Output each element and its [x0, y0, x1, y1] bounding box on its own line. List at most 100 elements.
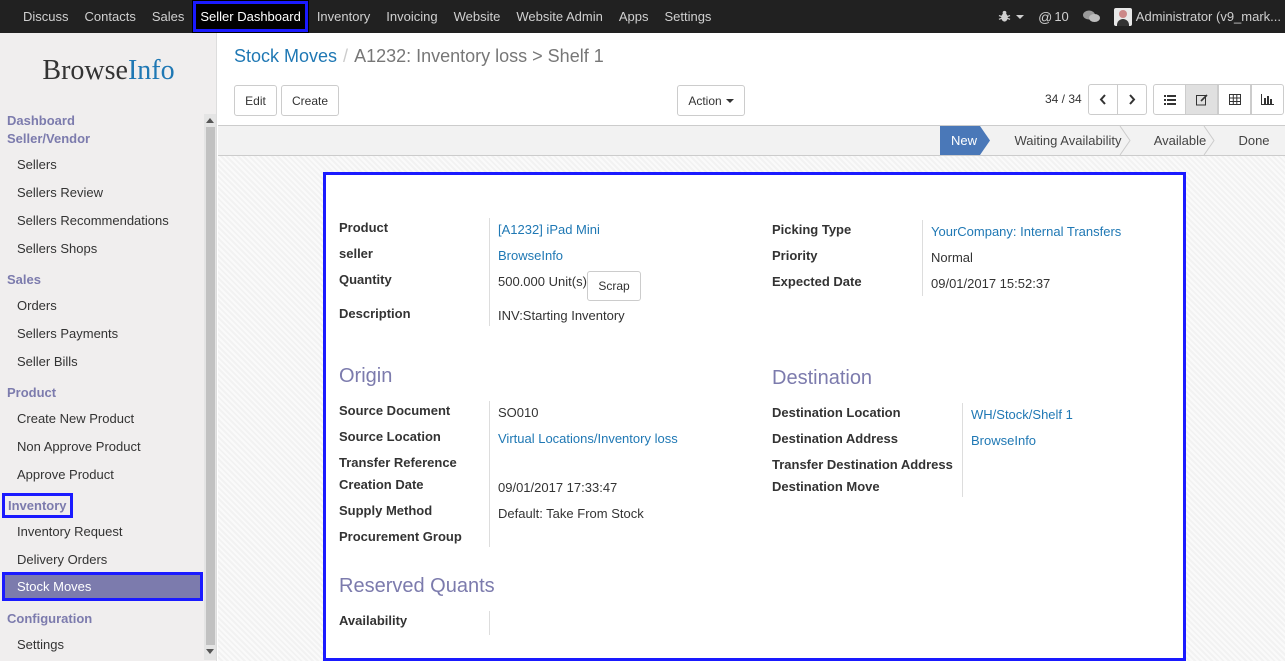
mentions-counter[interactable]: @ 10	[1038, 9, 1069, 25]
source-location-field[interactable]: Virtual Locations/Inventory loss	[498, 431, 678, 446]
creation-date-field: 09/01/2017 17:33:47	[498, 480, 618, 495]
field-divider	[489, 218, 490, 326]
scroll-down-icon[interactable]	[206, 649, 214, 654]
stage-waiting-availability[interactable]: Waiting Availability	[1008, 126, 1128, 155]
uom-field: Unit(s)	[548, 274, 587, 289]
menu-seller-dashboard[interactable]: Seller Dashboard	[192, 0, 309, 33]
chevron-down-icon	[725, 98, 734, 103]
chat-menu[interactable]	[1082, 10, 1100, 23]
sidebar-item-inventory-request[interactable]: Inventory Request	[17, 524, 123, 539]
menu-apps[interactable]: Apps	[611, 0, 657, 33]
table-icon	[1228, 94, 1241, 105]
menu-discuss[interactable]: Discuss	[0, 0, 77, 33]
priority-label: Priority	[772, 248, 818, 263]
graph-view-button[interactable]	[1251, 84, 1284, 115]
expected-date-field: 09/01/2017 15:52:37	[931, 276, 1051, 291]
form-view-button[interactable]	[1185, 84, 1218, 115]
menu-website[interactable]: Website	[446, 0, 509, 33]
breadcrumb: Stock Moves / A1232: Inventory loss > Shel…	[234, 46, 604, 67]
avatar	[1113, 7, 1132, 26]
comments-icon	[1082, 10, 1100, 22]
bar-chart-icon	[1261, 94, 1274, 105]
pager-previous-button[interactable]	[1088, 84, 1118, 115]
top-navbar: Discuss Contacts Sales Seller Dashboard …	[0, 0, 1285, 33]
list-view-button[interactable]	[1153, 84, 1186, 115]
user-name: Administrator (v9_mark...	[1135, 9, 1281, 24]
sidebar-item-sellers-payments[interactable]: Sellers Payments	[17, 326, 118, 341]
breadcrumb-separator: /	[343, 46, 349, 66]
menu-settings[interactable]: Settings	[656, 0, 719, 33]
user-menu[interactable]: Administrator (v9_mark...	[1113, 7, 1281, 26]
sidebar-scrollbar-thumb[interactable]	[206, 127, 215, 645]
sidebar-item-orders[interactable]: Orders	[17, 298, 57, 313]
availability-label: Availability	[339, 613, 408, 628]
sidebar-item-stock-moves[interactable]: Stock Moves	[2, 572, 203, 601]
sidebar-section-inventory: Inventory	[2, 493, 73, 518]
edit-button[interactable]: Edit	[234, 85, 277, 116]
sidebar-item-seller-bills[interactable]: Seller Bills	[17, 354, 78, 369]
field-divider	[922, 220, 923, 296]
status-bar: New Waiting Availability Available Done	[218, 125, 1285, 156]
destination-address-field[interactable]: BrowseInfo	[971, 433, 1036, 448]
sidebar-item-non-approve-product[interactable]: Non Approve Product	[17, 439, 141, 454]
transfer-destination-address-label: Transfer Destination Address	[772, 457, 953, 472]
supply-method-field: Default: Take From Stock	[498, 506, 644, 521]
quantity-field: 500.000 Unit(s)	[498, 274, 587, 289]
sidebar-item-sellers-recommendations[interactable]: Sellers Recommendations	[17, 213, 169, 228]
sidebar-item-sellers[interactable]: Sellers	[17, 157, 57, 172]
stage-new[interactable]: New	[940, 126, 988, 155]
quantity-label: Quantity	[339, 272, 392, 287]
field-divider	[489, 611, 490, 635]
sidebar-item-create-new-product[interactable]: Create New Product	[17, 411, 134, 426]
scroll-up-icon[interactable]	[206, 118, 214, 123]
destination-location-field[interactable]: WH/Stock/Shelf 1	[971, 407, 1073, 422]
field-divider	[962, 403, 963, 497]
bug-icon	[998, 10, 1011, 22]
seller-field[interactable]: BrowseInfo	[498, 248, 563, 263]
menu-website-admin[interactable]: Website Admin	[508, 0, 610, 33]
breadcrumb-stock-moves[interactable]: Stock Moves	[234, 46, 337, 66]
source-location-label: Source Location	[339, 429, 441, 444]
sidebar-item-delivery-orders[interactable]: Delivery Orders	[17, 552, 107, 567]
picking-type-label: Picking Type	[772, 222, 852, 237]
action-label: Action	[688, 93, 722, 108]
supply-method-label: Supply Method	[339, 503, 433, 518]
creation-date-label: Creation Date	[339, 477, 424, 492]
mentions-count: 10	[1054, 9, 1069, 24]
seller-label: seller	[339, 246, 373, 261]
debug-menu[interactable]	[998, 10, 1025, 23]
sidebar-section-seller-vendor: Seller/Vendor	[7, 131, 91, 146]
transfer-reference-label: Transfer Reference	[339, 455, 457, 470]
chevron-down-icon	[1016, 14, 1025, 19]
expected-date-label: Expected Date	[772, 274, 862, 289]
kanban-view-button[interactable]	[1218, 84, 1251, 115]
source-document-field: SO010	[498, 405, 539, 420]
sidebar-section-dashboard[interactable]: Dashboard	[7, 113, 75, 128]
destination-move-label: Destination Move	[772, 479, 880, 494]
sidebar-item-sellers-review[interactable]: Sellers Review	[17, 185, 103, 200]
sidebar-section-product: Product	[7, 385, 57, 400]
chevron-left-icon	[1099, 94, 1106, 105]
sidebar-section-sales: Sales	[7, 272, 41, 287]
company-logo: BrowseInfo	[42, 55, 175, 86]
sidebar-item-settings[interactable]: Settings	[17, 637, 64, 652]
menu-contacts[interactable]: Contacts	[77, 0, 144, 33]
chevron-right-icon	[1129, 94, 1136, 105]
create-button[interactable]: Create	[281, 85, 339, 116]
sidebar-item-approve-product[interactable]: Approve Product	[17, 467, 114, 482]
description-field: INV:Starting Inventory	[498, 308, 625, 323]
action-dropdown[interactable]: Action	[677, 85, 745, 116]
picking-type-field[interactable]: YourCompany: Internal Transfers	[931, 224, 1121, 239]
description-label: Description	[339, 306, 411, 321]
menu-inventory[interactable]: Inventory	[309, 0, 378, 33]
menu-sales[interactable]: Sales	[144, 0, 193, 33]
origin-section-title: Origin	[339, 365, 393, 387]
scrap-button[interactable]: Scrap	[587, 271, 641, 301]
menu-invoicing[interactable]: Invoicing	[378, 0, 445, 33]
sidebar-item-sellers-shops[interactable]: Sellers Shops	[17, 241, 97, 256]
stage-done[interactable]: Done	[1230, 126, 1278, 155]
stage-available[interactable]: Available	[1146, 126, 1214, 155]
list-icon	[1163, 94, 1176, 105]
product-field[interactable]: [A1232] iPad Mini	[498, 222, 600, 237]
pager-next-button[interactable]	[1117, 84, 1147, 115]
